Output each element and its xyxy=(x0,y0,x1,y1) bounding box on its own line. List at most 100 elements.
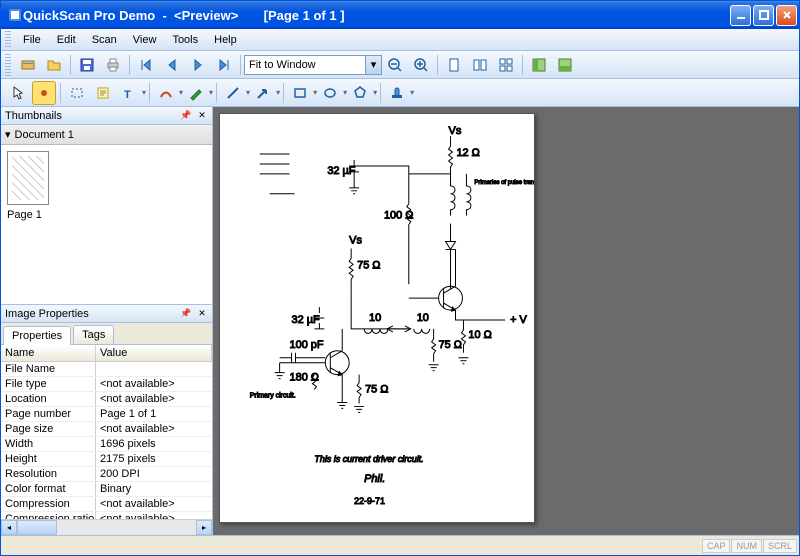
line-tool[interactable] xyxy=(221,81,245,105)
svg-text:32 µF: 32 µF xyxy=(292,314,320,326)
prop-name: Resolution xyxy=(1,467,96,481)
thumbnails-panel: ▾ Document 1 Page 1 xyxy=(1,125,212,305)
table-row[interactable]: Location<not available> xyxy=(1,392,212,407)
view-thumbs-button[interactable] xyxy=(494,53,518,77)
title-sep1: - xyxy=(155,8,174,23)
table-row[interactable]: File Name xyxy=(1,362,212,377)
table-row[interactable]: Compression ratio<not available> xyxy=(1,512,212,519)
num-indicator: NUM xyxy=(731,539,762,553)
zoom-in-button[interactable] xyxy=(409,53,433,77)
rect-tool[interactable] xyxy=(65,81,89,105)
svg-text:75 Ω: 75 Ω xyxy=(357,259,380,271)
close-button[interactable] xyxy=(776,5,797,26)
thumbnail-image xyxy=(7,151,49,205)
pin-icon[interactable]: 📌 xyxy=(180,308,192,320)
menu-file[interactable]: File xyxy=(15,32,49,48)
preview-area[interactable]: Vs 12 Ω 32 µF 100 Ω Primaries of pulse t… xyxy=(213,107,799,535)
prop-name: Compression ratio xyxy=(1,512,96,519)
main-toolbar: Fit to Window ▾ xyxy=(1,51,799,79)
view-single-button[interactable] xyxy=(442,53,466,77)
maximize-button[interactable] xyxy=(753,5,774,26)
titlebar: QuickScan Pro Demo - <Preview> [Page 1 o… xyxy=(1,1,799,29)
prop-name: Page size xyxy=(1,422,96,436)
scroll-thumb[interactable] xyxy=(17,520,57,535)
menu-help[interactable]: Help xyxy=(206,32,245,48)
panel-toggle-1[interactable] xyxy=(527,53,551,77)
print-button[interactable] xyxy=(101,53,125,77)
svg-text:75 Ω: 75 Ω xyxy=(365,384,388,396)
properties-panel: Properties Tags Name Value File NameFile… xyxy=(1,323,212,535)
menubar-grip[interactable] xyxy=(5,31,11,49)
page-next-button[interactable] xyxy=(186,53,210,77)
tab-properties[interactable]: Properties xyxy=(3,326,71,345)
stamp-tool[interactable] xyxy=(385,81,409,105)
scroll-right-icon[interactable]: ▸ xyxy=(196,520,212,535)
prop-name: Compression xyxy=(1,497,96,511)
view-multi-button[interactable] xyxy=(468,53,492,77)
rectangle-shape-tool[interactable] xyxy=(288,81,312,105)
horizontal-scrollbar[interactable]: ◂ ▸ xyxy=(1,519,212,535)
page-first-button[interactable] xyxy=(134,53,158,77)
svg-text:22-9-71: 22-9-71 xyxy=(354,496,385,506)
pin-icon[interactable]: 📌 xyxy=(180,110,192,122)
highlight-tool[interactable] xyxy=(32,81,56,105)
page-last-button[interactable] xyxy=(212,53,236,77)
menu-view[interactable]: View xyxy=(125,32,165,48)
prop-name: Page number xyxy=(1,407,96,421)
document-bar[interactable]: ▾ Document 1 xyxy=(1,125,212,145)
svg-text:10: 10 xyxy=(417,312,429,324)
minimize-button[interactable] xyxy=(730,5,751,26)
app-window: QuickScan Pro Demo - <Preview> [Page 1 o… xyxy=(0,0,800,556)
svg-text:Phil.: Phil. xyxy=(364,473,385,485)
document-page: Vs 12 Ω 32 µF 100 Ω Primaries of pulse t… xyxy=(219,113,535,523)
text-tool[interactable]: T xyxy=(117,81,141,105)
table-row[interactable]: Page numberPage 1 of 1 xyxy=(1,407,212,422)
body: Thumbnails 📌 ✕ ▾ Document 1 Page 1 Image… xyxy=(1,107,799,535)
pen-tool[interactable] xyxy=(184,81,208,105)
properties-tabs: Properties Tags xyxy=(1,323,212,345)
svg-text:32 µF: 32 µF xyxy=(327,165,355,177)
open-button[interactable] xyxy=(42,53,66,77)
close-panel-icon[interactable]: ✕ xyxy=(196,110,208,122)
close-panel-icon[interactable]: ✕ xyxy=(196,308,208,320)
table-row[interactable]: Compression<not available> xyxy=(1,497,212,512)
table-row[interactable]: File type<not available> xyxy=(1,377,212,392)
scroll-left-icon[interactable]: ◂ xyxy=(1,520,17,535)
zoom-select[interactable]: Fit to Window ▾ xyxy=(244,55,382,75)
prop-name: Height xyxy=(1,452,96,466)
table-row[interactable]: Height2175 pixels xyxy=(1,452,212,467)
thumbnail-item[interactable]: Page 1 xyxy=(1,145,212,227)
menu-tools[interactable]: Tools xyxy=(164,32,206,48)
save-button[interactable] xyxy=(75,53,99,77)
prop-value: <not available> xyxy=(96,422,212,436)
panel-toggle-2[interactable] xyxy=(553,53,577,77)
properties-table: Name Value File NameFile type<not availa… xyxy=(1,345,212,519)
page-prev-button[interactable] xyxy=(160,53,184,77)
table-row[interactable]: Width1696 pixels xyxy=(1,437,212,452)
freehand-tool[interactable] xyxy=(154,81,178,105)
menu-edit[interactable]: Edit xyxy=(49,32,84,48)
arrow-tool[interactable] xyxy=(251,81,275,105)
note-tool[interactable] xyxy=(91,81,115,105)
scan-button[interactable] xyxy=(16,53,40,77)
svg-text:This is current driver circuit: This is current driver circuit. xyxy=(314,454,423,464)
menu-scan[interactable]: Scan xyxy=(84,32,125,48)
prop-value: Binary xyxy=(96,482,212,496)
table-row[interactable]: Page size<not available> xyxy=(1,422,212,437)
pointer-tool[interactable] xyxy=(6,81,30,105)
tab-tags[interactable]: Tags xyxy=(73,325,114,344)
zoom-out-button[interactable] xyxy=(383,53,407,77)
table-row[interactable]: Color formatBinary xyxy=(1,482,212,497)
svg-text:Primaries of pulse transformer: Primaries of pulse transformers in H.V. … xyxy=(474,180,534,186)
title-sep2 xyxy=(238,8,263,23)
ellipse-tool[interactable] xyxy=(318,81,342,105)
dropdown-icon[interactable]: ▾ xyxy=(365,56,381,74)
properties-header: Image Properties 📌 ✕ xyxy=(1,305,212,323)
svg-text:12 Ω: 12 Ω xyxy=(456,147,479,159)
menubar: File Edit Scan View Tools Help xyxy=(1,29,799,51)
statusbar: CAP NUM SCRL xyxy=(1,535,799,555)
caps-indicator: CAP xyxy=(702,539,731,553)
polygon-tool[interactable] xyxy=(348,81,372,105)
table-row[interactable]: Resolution200 DPI xyxy=(1,467,212,482)
toolbar-grip[interactable] xyxy=(5,54,11,76)
